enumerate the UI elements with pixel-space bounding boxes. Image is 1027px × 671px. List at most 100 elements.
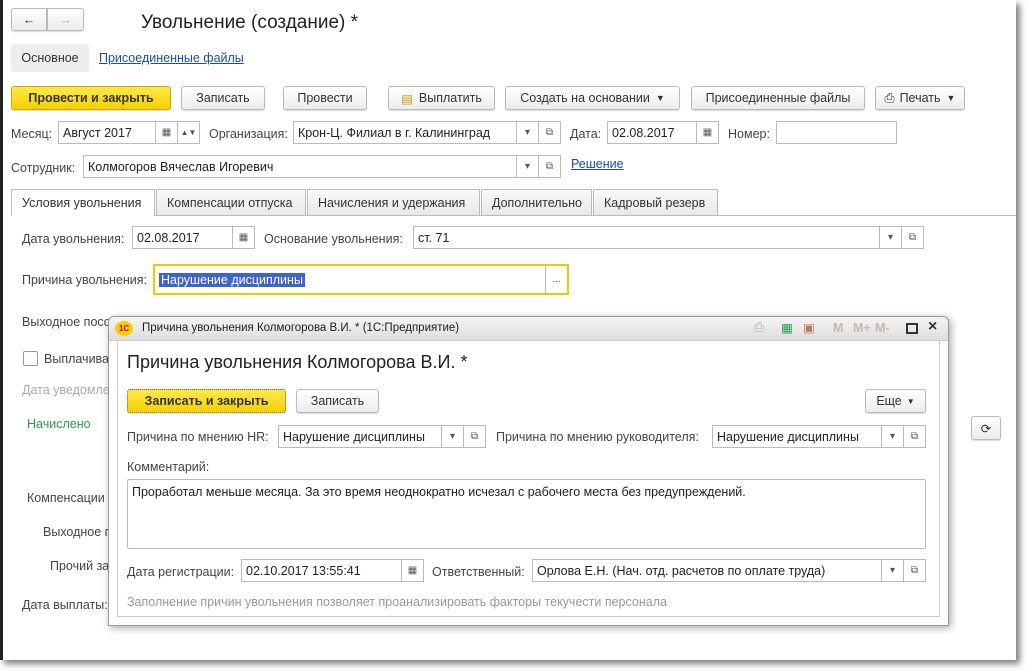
dropdown-icon[interactable]: ▾ — [879, 227, 901, 248]
section-main[interactable]: Основное — [11, 44, 89, 72]
employee-value: Колмогоров Вячеслав Игоревич — [88, 159, 274, 174]
month-field[interactable]: Август 2017 ▦ ▲▼ — [58, 121, 200, 144]
open-icon[interactable]: ⧉ — [538, 122, 560, 143]
open-icon[interactable]: ⧉ — [903, 426, 925, 447]
memory-m-button[interactable]: M — [833, 321, 843, 335]
calendar-icon[interactable]: ▦ — [232, 227, 254, 248]
memory-minus-button[interactable]: M- — [875, 321, 890, 335]
open-icon[interactable]: ⧉ — [538, 156, 560, 177]
number-field[interactable] — [776, 121, 897, 144]
memory-plus-button[interactable]: M+ — [853, 321, 871, 335]
dialog-title: Причина увольнения Колмогорова В.И. * — [127, 352, 468, 372]
post-button[interactable]: Провести — [283, 86, 367, 110]
pay-checkbox-label: Выплачива — [44, 352, 110, 366]
tabs-divider — [11, 215, 1016, 216]
forward-button[interactable]: → — [47, 8, 84, 31]
create-based-on-button[interactable]: Создать на основании ▼ — [505, 86, 680, 110]
tab-personnel-reserve[interactable]: Кадровый резерв — [593, 189, 718, 215]
tab-dismissal-conditions[interactable]: Условия увольнения — [11, 189, 155, 216]
save-button[interactable]: Записать — [181, 86, 265, 110]
chevron-down-icon: ▼ — [946, 93, 956, 103]
employee-field[interactable]: Колмогоров Вячеслав Игоревич ▾ ⧉ — [83, 155, 561, 178]
calendar-icon[interactable]: ▣ — [803, 320, 815, 335]
print-button[interactable]: ⎙ Печать ▼ — [875, 86, 965, 110]
tab-accruals-deductions[interactable]: Начисления и удержания — [307, 189, 480, 215]
compensation-label: Компенсации — [27, 491, 105, 505]
month-stepper[interactable]: ▲▼ — [177, 122, 199, 143]
open-icon[interactable]: ⧉ — [903, 560, 925, 581]
employee-label: Сотрудник: — [11, 161, 76, 175]
save-and-close-button[interactable]: Записать и закрыть — [127, 389, 286, 413]
dialog-save-button[interactable]: Записать — [296, 389, 379, 413]
other-earnings-label: Прочий за — [50, 559, 110, 573]
reason-field[interactable]: Нарушение дисциплины... — [153, 264, 569, 295]
print-label: Печать — [899, 91, 941, 105]
pay-icon: ▤ — [401, 91, 413, 106]
pay-label: Выплатить — [418, 91, 482, 105]
refresh-button[interactable]: ⟳ — [971, 416, 1001, 440]
dropdown-icon[interactable]: ▾ — [516, 122, 538, 143]
date-field[interactable]: 02.08.2017 ▦ — [607, 121, 719, 144]
responsible-label: Ответственный: — [432, 565, 525, 579]
organization-label: Организация: — [209, 127, 288, 141]
1c-logo-icon: 1С — [115, 321, 133, 336]
manager-reason-label: Причина по мнению руководителя: — [496, 430, 699, 444]
accrued-heading: Начислено — [27, 417, 91, 431]
responsible-value: Орлова Е.Н. (Нач. отд. расчетов по оплат… — [537, 563, 826, 578]
create-based-label: Создать на основании — [520, 91, 650, 105]
dropdown-icon[interactable]: ▾ — [441, 426, 463, 447]
registration-date-value: 02.10.2017 13:55:41 — [246, 563, 361, 578]
comment-textarea[interactable]: Проработал меньше месяца. За это время н… — [127, 479, 926, 549]
date-label: Дата: — [570, 127, 602, 141]
calculator-icon[interactable]: ▦ — [781, 320, 793, 335]
refresh-icon: ⟳ — [980, 421, 992, 436]
severance-pay-label: Выходное п — [43, 525, 112, 539]
chevron-down-icon: ▼ — [906, 396, 915, 406]
hr-reason-value: Нарушение дисциплины — [283, 429, 425, 444]
reason-label: Причина увольнения: — [22, 273, 147, 287]
close-icon[interactable]: × — [928, 318, 937, 336]
calendar-icon[interactable]: ▦ — [401, 560, 423, 581]
dismissal-date-field[interactable]: 02.08.2017 ▦ — [132, 226, 255, 249]
registration-date-field[interactable]: 02.10.2017 13:55:41 ▦ — [241, 559, 424, 582]
dialog-window-title: Причина увольнения Колмогорова В.И. * (1… — [142, 322, 460, 334]
dismissal-date-label: Дата увольнения: — [22, 232, 125, 246]
tab-additional[interactable]: Дополнительно — [481, 189, 592, 215]
select-ellipsis-button[interactable]: ... — [545, 266, 567, 293]
organization-value: Крон-Ц. Филиал в г. Калининград — [298, 125, 491, 140]
tab-vacation-compensation[interactable]: Компенсации отпуска — [156, 189, 306, 215]
basis-label: Основание увольнения: — [264, 232, 403, 246]
month-value: Август 2017 — [63, 125, 132, 140]
dropdown-icon[interactable]: ▾ — [881, 426, 903, 447]
more-button[interactable]: Еще ▼ — [865, 389, 926, 413]
section-attached-files[interactable]: Присоединенные файлы — [99, 51, 244, 65]
calendar-icon[interactable]: ▦ — [696, 122, 718, 143]
notice-date-label: Дата уведомле — [22, 383, 110, 397]
print-icon[interactable]: ⎙ — [754, 320, 764, 335]
maximize-icon[interactable] — [906, 323, 918, 334]
post-and-close-button[interactable]: Провести и закрыть — [11, 86, 171, 110]
organization-field[interactable]: Крон-Ц. Филиал в г. Калининград ▾ ⧉ — [293, 121, 561, 144]
more-label: Еще — [876, 394, 902, 408]
page-title: Увольнение (создание) * — [141, 12, 359, 33]
pay-checkbox[interactable] — [23, 351, 38, 366]
dropdown-icon[interactable]: ▾ — [516, 156, 538, 177]
hint-text: Заполнение причин увольнения позволяет п… — [127, 595, 667, 609]
comment-label: Комментарий: — [127, 460, 210, 474]
manager-reason-field[interactable]: Нарушение дисциплины ▾ ⧉ — [712, 425, 926, 448]
basis-field[interactable]: ст. 71 ▾ ⧉ — [413, 226, 924, 249]
hr-reason-field[interactable]: Нарушение дисциплины ▾ ⧉ — [278, 425, 486, 448]
calendar-icon[interactable]: ▦ — [155, 122, 177, 143]
reason-value: Нарушение дисциплины — [159, 272, 305, 287]
decision-link[interactable]: Решение — [571, 157, 624, 171]
attached-files-button[interactable]: Присоединенные файлы — [691, 86, 865, 110]
open-icon[interactable]: ⧉ — [463, 426, 485, 447]
basis-value: ст. 71 — [418, 230, 450, 245]
back-button[interactable]: ← — [11, 8, 47, 31]
pay-button[interactable]: ▤ Выплатить — [388, 86, 495, 110]
dropdown-icon[interactable]: ▾ — [881, 560, 903, 581]
responsible-field[interactable]: Орлова Е.Н. (Нач. отд. расчетов по оплат… — [532, 559, 926, 582]
date-value: 02.08.2017 — [612, 125, 675, 140]
open-icon[interactable]: ⧉ — [901, 227, 923, 248]
number-label: Номер: — [728, 127, 770, 141]
